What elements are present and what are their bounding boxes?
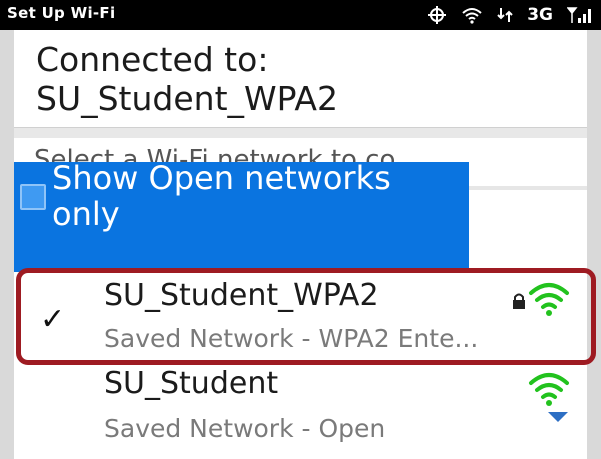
- status-bar-title: Set Up Wi-Fi: [7, 4, 116, 22]
- connected-label: Connected to:: [36, 40, 269, 79]
- data-arrows-icon: [497, 6, 513, 24]
- scroll-down-arrow-icon[interactable]: [548, 412, 568, 422]
- network-type-label: 3G: [527, 5, 553, 25]
- network-status: Saved Network - Open: [104, 414, 386, 443]
- signal-bars-icon: [567, 5, 593, 25]
- right-edge: [587, 30, 601, 459]
- status-icons: 3G: [427, 3, 593, 27]
- network-name: SU_Student: [104, 366, 279, 401]
- status-bar: Set Up Wi-Fi 3G: [0, 0, 601, 30]
- connection-info: Connected to: SU_Student_WPA2: [36, 40, 338, 118]
- divider: [14, 127, 587, 138]
- gps-icon: [427, 5, 447, 25]
- highlight-annotation: [16, 268, 596, 365]
- checkbox-box[interactable]: [20, 184, 46, 210]
- wifi-icon: [461, 6, 483, 24]
- network-list-item[interactable]: SU_Student Saved Network - Open: [0, 364, 573, 459]
- show-open-networks-checkbox[interactable]: Show Open networks only: [14, 159, 469, 272]
- connected-ssid: SU_Student_WPA2: [36, 79, 338, 118]
- wifi-signal-icon: [528, 370, 570, 412]
- show-open-networks-label: Show Open networks only: [52, 159, 391, 233]
